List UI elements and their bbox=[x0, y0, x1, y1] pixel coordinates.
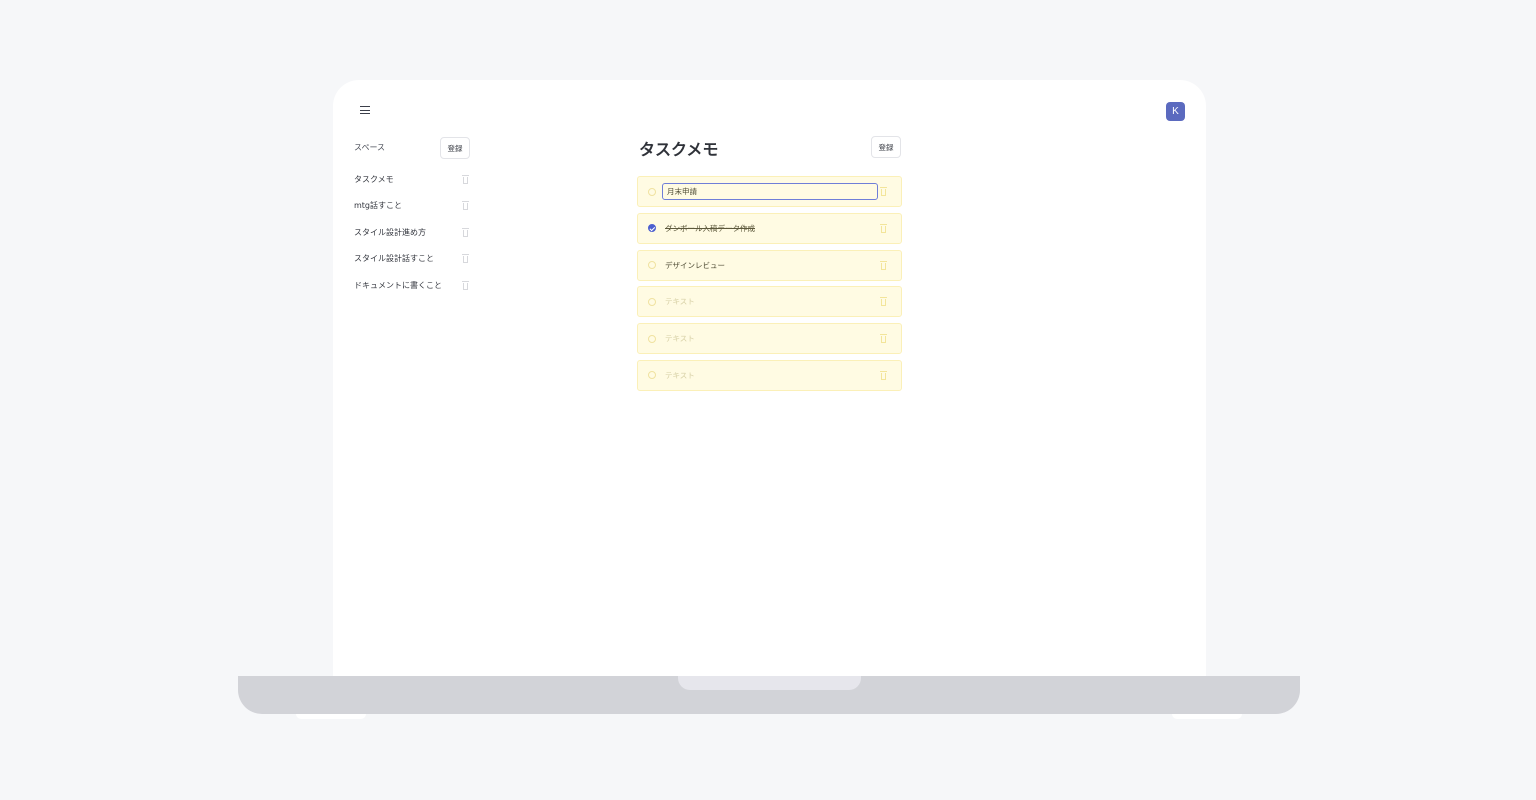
sidebar-item-label: ドキュメントに書くこと bbox=[354, 280, 442, 290]
sidebar-space-list: タスクメモ mtg話すこと スタイル設計進め方 スタイル設計話すこと ドキュメン… bbox=[354, 166, 472, 299]
laptop-notch bbox=[678, 676, 861, 690]
task-text[interactable]: デザインレビュー bbox=[665, 260, 725, 271]
task-list: ダンボール入稿データ作成 デザインレビュー テキスト テキスト テキスト bbox=[637, 176, 902, 397]
sidebar-item-label: スタイル設計話すこと bbox=[354, 254, 434, 264]
task-item: デザインレビュー bbox=[637, 249, 902, 281]
task-item bbox=[637, 176, 902, 207]
trash-icon[interactable] bbox=[880, 334, 887, 344]
sidebar-item-style-plan[interactable]: スタイル設計進め方 bbox=[354, 219, 472, 246]
task-text[interactable]: テキスト bbox=[665, 333, 695, 344]
sidebar-register-button[interactable]: 登録 bbox=[440, 137, 470, 159]
checkbox-icon[interactable] bbox=[648, 187, 656, 196]
trash-icon[interactable] bbox=[462, 227, 469, 237]
trash-icon[interactable] bbox=[462, 201, 469, 211]
trash-icon[interactable] bbox=[462, 280, 469, 290]
task-item: テキスト bbox=[637, 323, 902, 355]
sidebar-item-label: mtg話すこと bbox=[354, 201, 403, 211]
sidebar-item-label: タスクメモ bbox=[354, 174, 394, 184]
main-register-button[interactable]: 登録 bbox=[871, 136, 901, 158]
task-text[interactable]: ダンボール入稿データ作成 bbox=[665, 223, 755, 234]
trash-icon[interactable] bbox=[880, 260, 887, 270]
trash-icon[interactable] bbox=[880, 297, 887, 307]
sidebar-item-task-memo[interactable]: タスクメモ bbox=[354, 166, 472, 193]
sidebar-item-mtg[interactable]: mtg話すこと bbox=[354, 193, 472, 220]
trash-icon[interactable] bbox=[880, 370, 887, 380]
task-item: テキスト bbox=[637, 359, 902, 391]
user-avatar[interactable]: K bbox=[1166, 102, 1185, 121]
sidebar-space-label: スペース bbox=[354, 143, 386, 152]
task-item: ダンボール入稿データ作成 bbox=[637, 212, 902, 244]
checkbox-icon[interactable] bbox=[648, 334, 656, 343]
hamburger-menu-icon[interactable] bbox=[360, 106, 370, 116]
checked-checkbox-icon[interactable] bbox=[648, 224, 656, 233]
checkbox-icon[interactable] bbox=[648, 297, 656, 306]
checkbox-icon[interactable] bbox=[648, 261, 656, 270]
task-edit-input[interactable] bbox=[662, 183, 878, 200]
laptop-foot-right bbox=[1172, 714, 1242, 719]
sidebar-item-document[interactable]: ドキュメントに書くこと bbox=[354, 272, 472, 299]
trash-icon[interactable] bbox=[880, 187, 887, 196]
trash-icon[interactable] bbox=[462, 254, 469, 264]
task-text[interactable]: テキスト bbox=[665, 296, 695, 307]
trash-icon[interactable] bbox=[462, 174, 469, 184]
laptop-foot-left bbox=[296, 714, 366, 719]
task-text[interactable]: テキスト bbox=[665, 370, 695, 381]
page-title: タスクメモ bbox=[639, 140, 719, 159]
checkbox-icon[interactable] bbox=[648, 371, 656, 380]
trash-icon[interactable] bbox=[880, 223, 887, 233]
sidebar-item-style-talk[interactable]: スタイル設計話すこと bbox=[354, 246, 472, 273]
task-item: テキスト bbox=[637, 286, 902, 318]
sidebar-item-label: スタイル設計進め方 bbox=[354, 227, 426, 237]
